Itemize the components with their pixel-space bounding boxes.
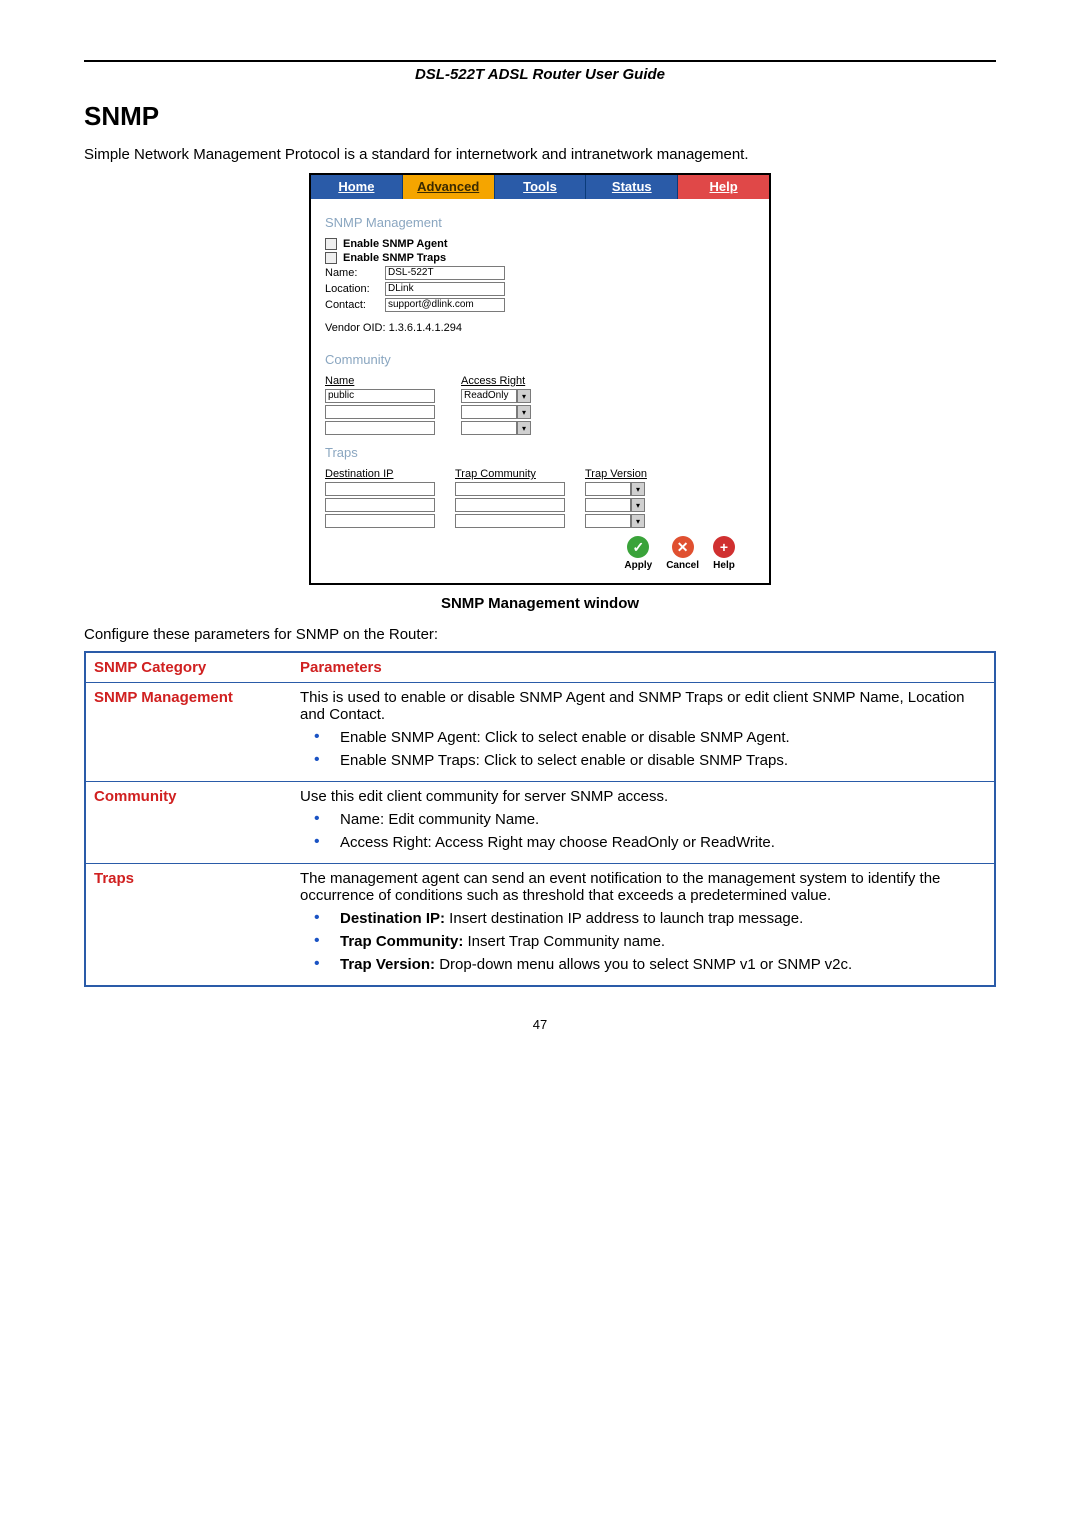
community-access-1[interactable] [461, 405, 517, 419]
destip-0[interactable] [325, 482, 435, 496]
tab-tools[interactable]: Tools [495, 175, 587, 199]
mgmt-bullet-2: Enable SNMP Traps: Click to select enabl… [300, 752, 986, 769]
traps-heading: Traps [325, 445, 755, 460]
tab-help[interactable]: Help [678, 175, 769, 199]
trapcomm-2[interactable] [455, 514, 565, 528]
contact-input[interactable]: support@dlink.com [385, 298, 505, 312]
enable-agent-label: Enable SNMP Agent [343, 238, 448, 250]
tab-home[interactable]: Home [311, 175, 403, 199]
col-hdr-parameters: Parameters [292, 652, 995, 683]
community-access-0[interactable]: ReadOnly [461, 389, 517, 403]
apply-button[interactable]: ✓ Apply [624, 536, 652, 571]
row-mgmt-desc: This is used to enable or disable SNMP A… [292, 683, 995, 782]
enable-traps-label: Enable SNMP Traps [343, 252, 446, 264]
traps-bullet-1: Destination IP: Insert destination IP ad… [300, 910, 986, 927]
community-heading: Community [325, 352, 755, 367]
row-traps-desc: The management agent can send an event n… [292, 864, 995, 987]
doc-header: DSL-522T ADSL Router User Guide [84, 66, 996, 83]
destip-1[interactable] [325, 498, 435, 512]
x-icon: ✕ [672, 536, 694, 558]
name-input[interactable]: DSL-522T [385, 266, 505, 280]
community-bullet-2: Access Right: Access Right may choose Re… [300, 834, 986, 851]
vendor-oid: Vendor OID: 1.3.6.1.4.1.294 [325, 322, 755, 334]
location-label: Location: [325, 283, 385, 295]
plus-icon: + [713, 536, 735, 558]
destip-2[interactable] [325, 514, 435, 528]
chevron-down-icon[interactable]: ▾ [517, 421, 531, 435]
trapcomm-hdr: Trap Community [455, 468, 565, 480]
page-number: 47 [84, 1017, 996, 1032]
traps-bullet-2: Trap Community: Insert Trap Community na… [300, 933, 986, 950]
enable-traps-checkbox[interactable] [325, 252, 337, 264]
contact-label: Contact: [325, 299, 385, 311]
community-bullet-1: Name: Edit community Name. [300, 811, 986, 828]
mgmt-bullet-1: Enable SNMP Agent: Click to select enabl… [300, 729, 986, 746]
community-access-2[interactable] [461, 421, 517, 435]
trapver-1[interactable] [585, 498, 631, 512]
trapver-2[interactable] [585, 514, 631, 528]
tab-advanced[interactable]: Advanced [403, 175, 495, 199]
col-hdr-category: SNMP Category [85, 652, 292, 683]
screenshot-caption: SNMP Management window [84, 595, 996, 612]
chevron-down-icon[interactable]: ▾ [517, 389, 531, 403]
row-mgmt-label: SNMP Management [85, 683, 292, 782]
configure-text: Configure these parameters for SNMP on t… [84, 626, 996, 643]
row-community-label: Community [85, 782, 292, 864]
params-table: SNMP Category Parameters SNMP Management… [84, 651, 996, 987]
trapver-0[interactable] [585, 482, 631, 496]
cancel-button[interactable]: ✕ Cancel [666, 536, 699, 571]
trapcomm-1[interactable] [455, 498, 565, 512]
chevron-down-icon[interactable]: ▾ [631, 514, 645, 528]
trapcomm-0[interactable] [455, 482, 565, 496]
community-name-1[interactable] [325, 405, 435, 419]
intro-text: Simple Network Management Protocol is a … [84, 146, 996, 163]
name-label: Name: [325, 267, 385, 279]
community-name-2[interactable] [325, 421, 435, 435]
enable-agent-checkbox[interactable] [325, 238, 337, 250]
snmp-mgmt-heading: SNMP Management [325, 215, 755, 230]
trapver-hdr: Trap Version [585, 468, 647, 480]
row-traps-label: Traps [85, 864, 292, 987]
chevron-down-icon[interactable]: ▾ [631, 498, 645, 512]
check-icon: ✓ [627, 536, 649, 558]
community-name-hdr: Name [325, 375, 435, 387]
row-community-desc: Use this edit client community for serve… [292, 782, 995, 864]
chevron-down-icon[interactable]: ▾ [517, 405, 531, 419]
community-access-hdr: Access Right [461, 375, 525, 387]
section-title: SNMP [84, 101, 996, 132]
tab-status[interactable]: Status [586, 175, 678, 199]
help-button[interactable]: + Help [713, 536, 735, 571]
location-input[interactable]: DLink [385, 282, 505, 296]
destip-hdr: Destination IP [325, 468, 435, 480]
traps-bullet-3: Trap Version: Drop-down menu allows you … [300, 956, 986, 973]
snmp-screenshot: Home Advanced Tools Status Help SNMP Man… [309, 173, 771, 585]
community-name-0[interactable]: public [325, 389, 435, 403]
chevron-down-icon[interactable]: ▾ [631, 482, 645, 496]
